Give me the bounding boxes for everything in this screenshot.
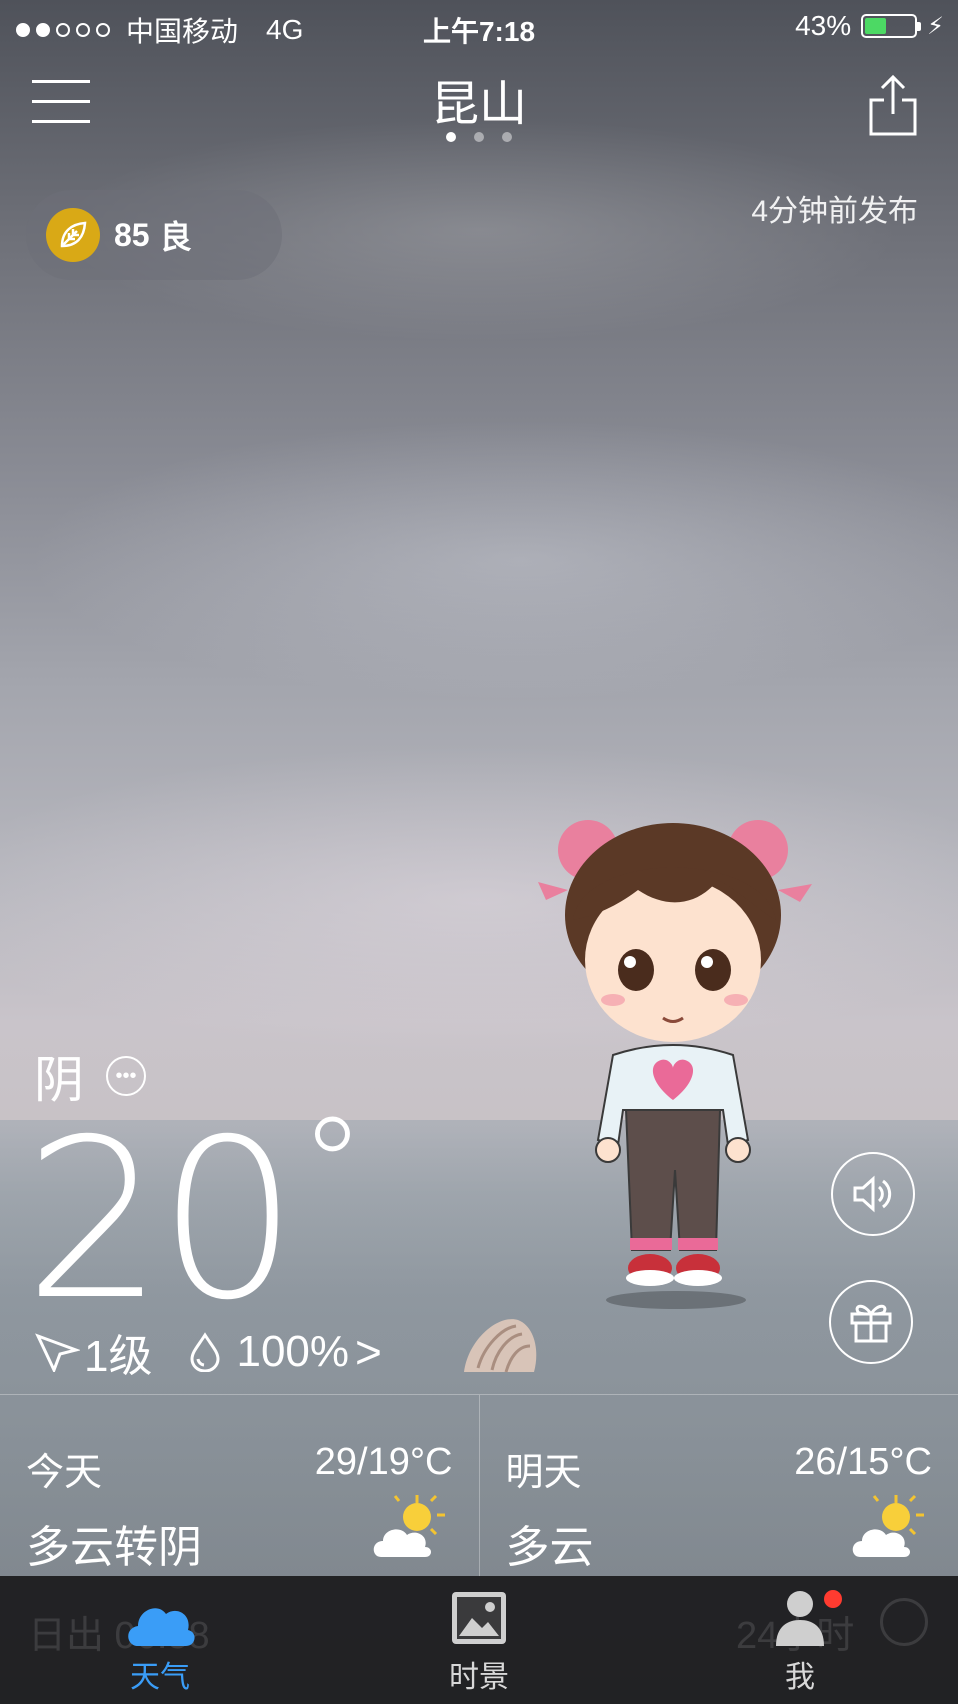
forecast-panel: 今天 29/19°C 多云转阴 明天 26/15°C 多云 [0,1394,958,1577]
check-circle-icon [880,1598,928,1646]
forecast-range: 26/15°C [794,1441,932,1483]
page-dot [502,132,512,142]
partly-cloudy-icon [852,1494,924,1557]
details-chevron-icon: > [355,1326,382,1378]
cloud-icon [128,1608,195,1646]
notification-badge [824,1590,842,1608]
picture-icon [452,1592,506,1644]
person-icon [776,1591,824,1646]
partly-cloudy-icon [373,1494,445,1557]
forecast-range: 29/19°C [314,1441,453,1483]
tab-bar: 日出 06:58 24小时 天气 时景 我 [0,1576,958,1704]
forecast-desc: 多云转阴 [26,1523,202,1572]
page-dot [474,132,484,142]
forecast-today[interactable]: 今天 29/19°C 多云转阴 [0,1395,479,1577]
battery-percent: 43% [795,10,852,41]
status-bar: 中国移动 4G 上午7:18 43% ⚡ [0,0,958,52]
battery-icon [861,14,922,38]
humidity-drop-icon [190,1332,220,1372]
battery-status: 43% ⚡ [795,10,944,42]
page-indicator [0,132,958,142]
humidity-value: 100% [236,1327,350,1376]
speech-bubble-icon[interactable]: ••• [106,1056,146,1096]
tab-label: 天气 [130,1661,190,1694]
cartoon-character[interactable] [528,810,818,1310]
tab-label: 我 [785,1661,815,1694]
aqi-value: 85 [114,216,150,253]
aqi-level: 良 [159,219,192,255]
share-icon[interactable] [868,74,918,138]
tab-scenery[interactable]: 时景 [399,1576,559,1704]
bolt-icon: ⚡ [927,12,944,40]
forecast-tomorrow[interactable]: 明天 26/15°C 多云 [478,1395,958,1577]
speaker-icon[interactable] [831,1152,915,1236]
forecast-day: 今天 [26,1452,103,1494]
seashell-icon [458,1310,542,1380]
temperature-value: 20 [24,1092,298,1348]
battery-level [865,18,886,34]
wind-level: 1级 [84,1332,153,1381]
forecast-day: 明天 [505,1452,582,1494]
tab-me[interactable]: 我 [720,1576,880,1704]
degree-symbol: ° [299,1089,365,1241]
current-temperature: 20° [24,1100,365,1330]
air-quality-badge[interactable]: 85 良 [26,190,282,280]
wind-direction-icon [35,1333,80,1372]
tab-label: 时景 [449,1661,509,1694]
leaf-icon [46,208,100,262]
city-title[interactable]: 昆山 [0,64,958,134]
page-dot [446,132,456,142]
tab-weather[interactable]: 天气 [80,1576,240,1704]
weather-details[interactable]: 1级 100% > [34,1320,382,1384]
forecast-desc: 多云 [505,1523,594,1572]
gift-icon[interactable] [829,1280,913,1364]
publish-time: 4分钟前发布 [751,195,918,228]
